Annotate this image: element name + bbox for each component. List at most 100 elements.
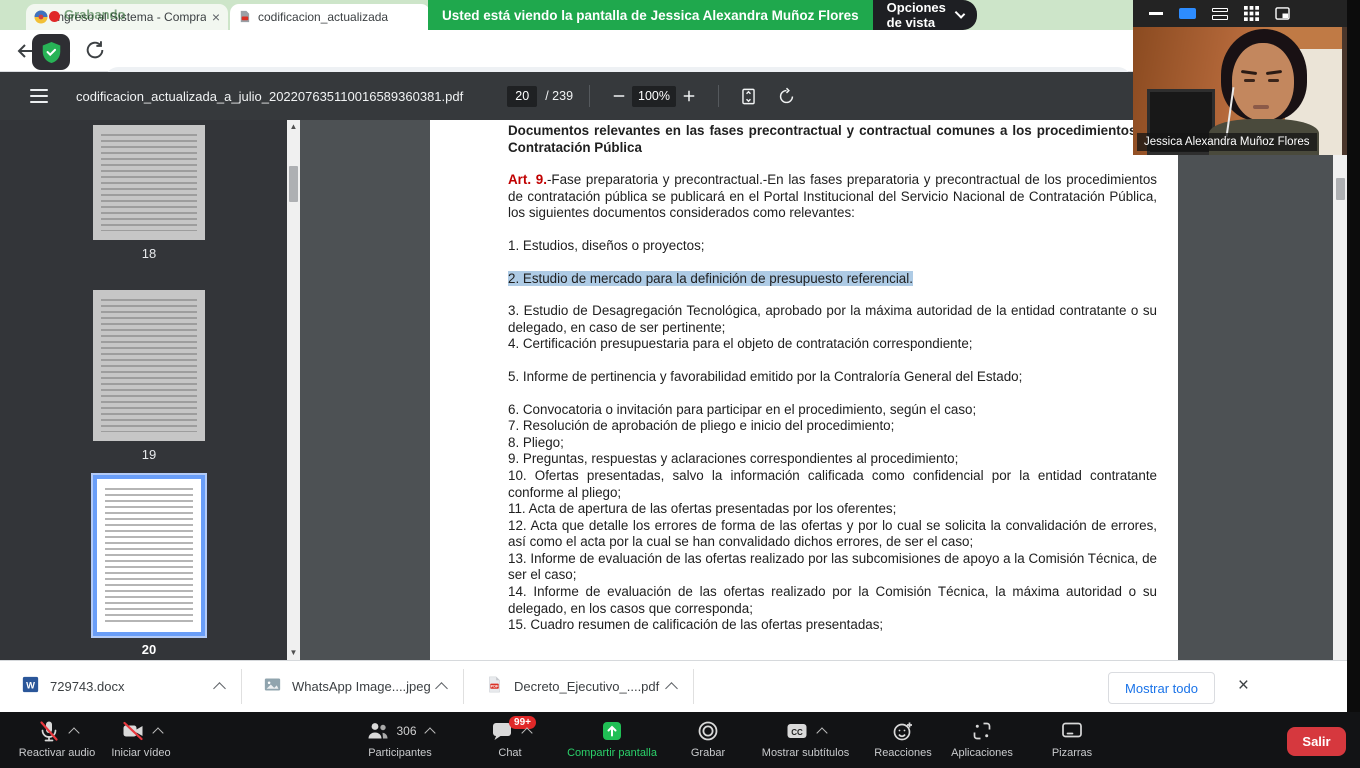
- shield-check-icon: [32, 34, 70, 70]
- thumbnail-sidebar: 18 19 20 ▲ ▼: [0, 120, 300, 660]
- share-screen-button[interactable]: Compartir pantalla: [552, 718, 672, 759]
- article-number: Art. 9.: [508, 172, 547, 187]
- pdf-content-area: 18 19 20 ▲ ▼ Documentos relevantes en las …: [0, 120, 1347, 660]
- recording-dot-icon: [49, 11, 60, 22]
- main-scrollbar[interactable]: [1333, 120, 1347, 660]
- close-icon[interactable]: ×: [1238, 674, 1249, 698]
- apps-button[interactable]: Aplicaciones: [940, 718, 1024, 759]
- show-all-button[interactable]: Mostrar todo: [1108, 672, 1215, 704]
- record-button[interactable]: Grabar: [678, 718, 738, 759]
- page-thumbnail-18[interactable]: 18: [93, 125, 205, 261]
- fit-page-icon[interactable]: [735, 83, 761, 109]
- scroll-up-icon[interactable]: ▲: [287, 120, 300, 134]
- document-paragraph-highlighted: 2. Estudio de mercado para la definición…: [508, 271, 1157, 288]
- document-paragraph: 10. Ofertas presentadas, salvo la inform…: [508, 468, 1157, 501]
- chevron-up-icon[interactable]: [816, 727, 827, 738]
- screen-share-banner-text: Usted está viendo la pantalla de Jessica…: [428, 0, 873, 30]
- toolbar-button-label: Pizarras: [1052, 747, 1092, 759]
- speaker-view-icon[interactable]: [1212, 8, 1228, 20]
- participant-count: 306: [396, 724, 416, 738]
- thumbnail-page-number: 18: [93, 246, 205, 261]
- sercop-favicon: [34, 10, 48, 24]
- start-video-button[interactable]: Iniciar vídeo: [98, 718, 184, 759]
- toolbar-button-label: Compartir pantalla: [567, 747, 657, 759]
- view-options-button[interactable]: Opciones de vista: [873, 0, 977, 30]
- tab-title: codificacion_actualizada: [258, 10, 416, 24]
- minimize-icon[interactable]: [1149, 12, 1163, 15]
- tab-close-icon[interactable]: ×: [212, 10, 220, 24]
- zoom-out-icon[interactable]: [606, 83, 632, 109]
- tab-codificacion-pdf[interactable]: codificacion_actualizada: [230, 4, 430, 30]
- chevron-up-icon[interactable]: [435, 682, 448, 695]
- document-paragraph: Documentos relevantes en las fases preco…: [508, 123, 1157, 156]
- pdf-title: codificacion_actualizada_a_julio_2022076…: [76, 89, 463, 104]
- page-thumbnail-20[interactable]: 20: [93, 475, 205, 657]
- svg-text:W: W: [26, 680, 35, 690]
- unread-badge: 99+: [509, 716, 536, 729]
- chevron-up-icon[interactable]: [68, 727, 79, 738]
- toolbar-button-label: Aplicaciones: [951, 747, 1013, 759]
- captions-button[interactable]: CCMostrar subtítulos: [748, 718, 863, 759]
- document-paragraph: 5. Informe de pertinencia y favorabilida…: [508, 369, 1157, 386]
- downloads-bar: W729743.docxWhatsApp Image....jpegPDFDec…: [0, 660, 1347, 712]
- pdf-file-icon: PDF: [486, 676, 503, 698]
- scroll-down-icon[interactable]: ▼: [287, 646, 300, 660]
- unmute-audio-button[interactable]: Reactivar audio: [5, 718, 109, 759]
- reload-icon[interactable]: [84, 39, 108, 63]
- mic-muted-icon: [37, 719, 61, 743]
- chevron-up-icon[interactable]: [424, 727, 435, 738]
- document-paragraph: 3. Estudio de Desagregación Tecnológica,…: [508, 303, 1157, 336]
- download-item[interactable]: WhatsApp Image....jpeg: [242, 661, 464, 712]
- pdf-favicon: [238, 10, 252, 24]
- chevron-up-icon[interactable]: [152, 727, 163, 738]
- document-paragraph: 9. Preguntas, respuestas y aclaraciones …: [508, 451, 1157, 468]
- document-paragraph: 11. Acta de apertura de las ofertas pres…: [508, 501, 1157, 518]
- recording-indicator-label: Grabando: [64, 7, 125, 22]
- video-panel-controls: [1133, 0, 1347, 27]
- rotate-icon[interactable]: [773, 83, 799, 109]
- pdf-page: Documentos relevantes en las fases preco…: [430, 120, 1178, 660]
- menu-icon[interactable]: [30, 89, 48, 103]
- participant-video: Jessica Alexandra Muñoz Flores: [1133, 27, 1347, 155]
- zoom-in-icon[interactable]: [676, 83, 702, 109]
- share-screen-icon: [600, 719, 624, 743]
- whiteboard-button[interactable]: Pizarras: [1038, 718, 1106, 759]
- page-thumbnail-19[interactable]: 19: [93, 290, 205, 462]
- download-item[interactable]: W729743.docx: [0, 661, 242, 712]
- leave-meeting-button[interactable]: Salir: [1287, 727, 1346, 756]
- toolbar-button-label: Chat: [498, 747, 521, 759]
- screen-share-banner: Usted está viendo la pantalla de Jessica…: [428, 0, 950, 30]
- chevron-up-icon[interactable]: [213, 682, 226, 695]
- download-item[interactable]: PDFDecreto_Ejecutivo_....pdf: [464, 661, 694, 712]
- document-paragraph: 1. Estudios, diseños o proyectos;: [508, 238, 1157, 255]
- sidebar-scrollbar[interactable]: ▲ ▼: [287, 120, 300, 660]
- document-paragraph: 8. Pliego;: [508, 435, 1157, 452]
- reactions-button[interactable]: Reacciones: [866, 718, 940, 759]
- letterbox-strip: [1347, 0, 1360, 712]
- participants-button[interactable]: 306 Participantes: [340, 718, 460, 759]
- participant-name-tag: Jessica Alexandra Muñoz Flores: [1137, 133, 1317, 151]
- document-paragraph: Art. 9.-Fase preparatoria y precontractu…: [508, 172, 1157, 222]
- active-speaker-view-icon[interactable]: [1179, 8, 1196, 19]
- chevron-up-icon[interactable]: [665, 682, 678, 695]
- thumbnail-page-number: 20: [93, 642, 205, 657]
- zoom-level-input[interactable]: 100%: [632, 86, 676, 107]
- gallery-view-icon[interactable]: [1244, 6, 1259, 21]
- record-icon: [696, 719, 720, 743]
- zoom-toolbar: Reactivar audioIniciar vídeo 306 Participa…: [0, 712, 1360, 768]
- apps-icon: [970, 719, 994, 743]
- whiteboard-icon: [1060, 719, 1084, 743]
- document-paragraph: 15. Cuadro resumen de calificación de la…: [508, 617, 1157, 634]
- pip-corner-icon[interactable]: [1275, 7, 1290, 20]
- toolbar-button-label: Iniciar vídeo: [111, 747, 170, 759]
- thumbnail-page-number: 19: [93, 447, 205, 462]
- document-text: Documentos relevantes en las fases preco…: [508, 123, 1157, 634]
- toolbar-button-label: Participantes: [368, 747, 432, 759]
- chat-button[interactable]: 99+ Chat: [470, 718, 550, 759]
- document-paragraph: 12. Acta que detalle los errores de form…: [508, 518, 1157, 551]
- page-number-input[interactable]: 20: [507, 86, 537, 107]
- document-paragraph: 6. Convocatoria o invitación para partic…: [508, 402, 1157, 419]
- word-file-icon: W: [22, 676, 39, 698]
- participants-icon: [366, 719, 390, 743]
- chevron-down-icon: [955, 8, 966, 19]
